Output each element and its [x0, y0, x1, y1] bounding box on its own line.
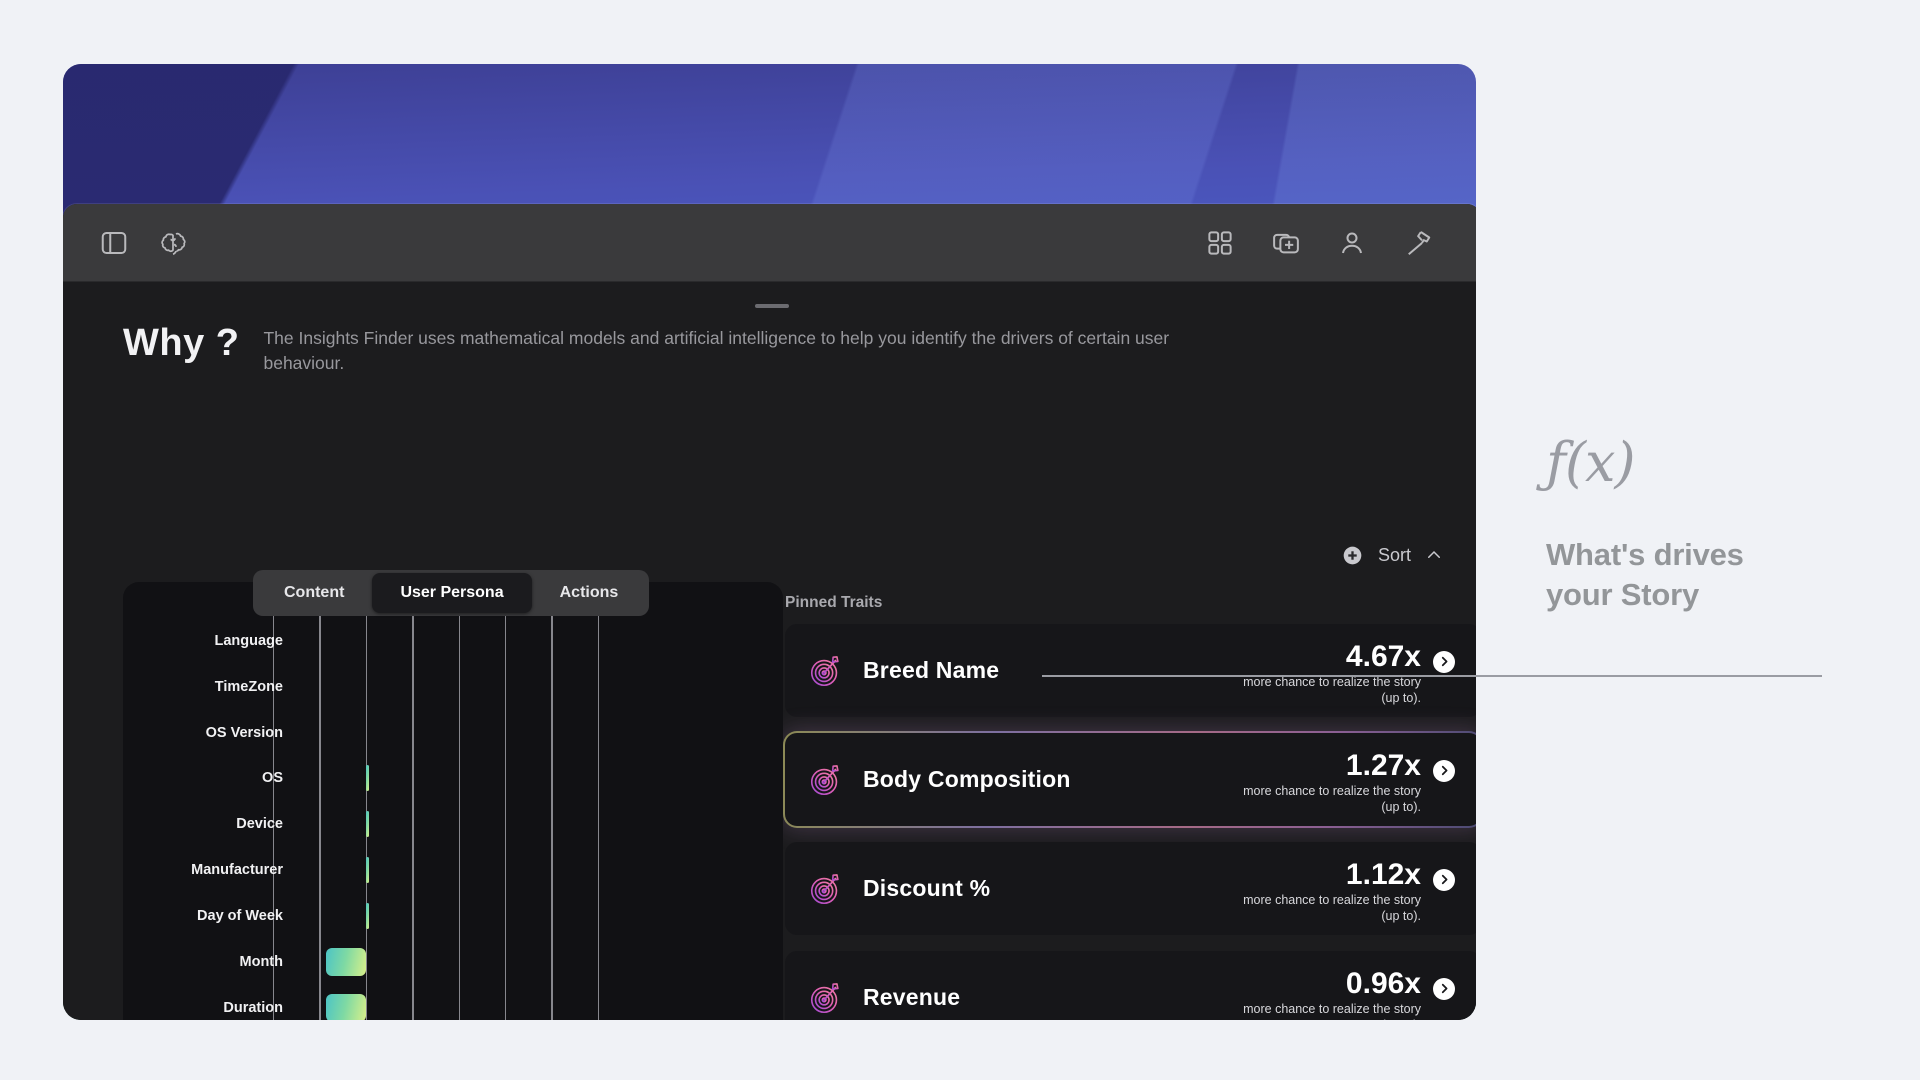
trait-multiplier: 4.67x — [1345, 639, 1421, 673]
sort-label[interactable]: Sort — [1378, 545, 1411, 566]
trait-metric-group: 1.27x more chance to realize the story (up… — [1243, 744, 1455, 816]
trait-name: Breed Name — [863, 657, 1000, 683]
trait-metric-group: 4.67x more chance to realize the story (up… — [1243, 635, 1455, 707]
titlebar-right-tools — [1205, 228, 1476, 258]
annotation: ƒ(x) What's drives your Story — [1546, 436, 1876, 614]
trait-metric-group: 0.96x more chance to realize the story(up… — [1243, 962, 1455, 1020]
function-symbol: ƒ(x) — [1546, 431, 1636, 494]
trait-multiplier: 0.96x — [1345, 966, 1421, 1000]
trait-name: Revenue — [863, 984, 961, 1010]
trait-metrics: 4.67x more chance to realize the story (up… — [1243, 641, 1421, 707]
chart-row: Duration — [123, 985, 783, 1020]
desktop-wallpaper: Why ? The Insights Finder uses mathemati… — [63, 64, 1476, 1020]
target-icon — [807, 979, 845, 1017]
target-icon — [807, 761, 845, 799]
segmented-tabs: Content User Persona Actions — [253, 570, 650, 616]
trait-card-shell: Body Composition 1.27x more chance to real… — [783, 731, 1476, 828]
chart-row-label: Duration — [223, 999, 283, 1016]
chart-bar[interactable] — [365, 902, 369, 929]
trait-multiplier: 1.27x — [1345, 748, 1421, 782]
trait-card-list: Breed Name 4.67x more chance to realize th… — [783, 622, 1476, 1020]
chart-row-label: Month — [239, 953, 283, 970]
trait-card-shell: Breed Name 4.67x more chance to realize th… — [783, 622, 1476, 719]
chart-row: OS — [123, 756, 783, 802]
tab-user-persona[interactable]: User Persona — [372, 573, 532, 613]
trait-metrics: 1.27x more chance to realize the story (up… — [1243, 750, 1421, 816]
chart-bar[interactable] — [325, 947, 366, 976]
chevron-right-icon[interactable] — [1433, 868, 1455, 891]
drivers-bar-chart: Language TimeZone OS Version OS Device Manufa… — [123, 582, 783, 1020]
annotation-line-2: your Story — [1546, 576, 1700, 612]
page-description: The Insights Finder uses mathematical mo… — [263, 328, 1170, 373]
target-icon — [807, 652, 845, 690]
chart-row-label: OS — [262, 770, 283, 787]
trait-metric-group: 1.12x more chance to realize the story (up… — [1243, 853, 1455, 925]
chart-row: TimeZone — [123, 664, 783, 710]
chart-bar[interactable] — [325, 993, 366, 1020]
trait-metrics: 1.12x more chance to realize the story (up… — [1243, 859, 1421, 925]
annotation-text: What's drives your Story — [1546, 535, 1876, 614]
chart-row-label: Device — [236, 816, 283, 833]
add-duplicate-icon[interactable] — [1271, 228, 1301, 258]
trait-subtitle: more chance to realize the story(up to). — [1243, 675, 1421, 705]
chevron-right-icon[interactable] — [1433, 977, 1455, 1000]
chart-row: Device — [123, 801, 783, 847]
trait-subtitle: more chance to realize the story(up to). — [1243, 1002, 1421, 1020]
sort-controls: Sort — [783, 532, 1476, 578]
chart-row-label: Manufacturer — [191, 862, 283, 879]
drag-handle[interactable] — [755, 304, 789, 308]
trait-card[interactable]: Revenue 0.96x more chance to realize the s… — [785, 951, 1476, 1020]
annotation-line-1: What's drives — [1546, 537, 1744, 572]
grid-view-icon[interactable] — [1205, 228, 1235, 258]
add-trait-icon[interactable] — [1341, 544, 1364, 567]
trait-multiplier: 1.12x — [1345, 857, 1421, 891]
hammer-tools-icon[interactable] — [1403, 228, 1433, 258]
user-profile-icon[interactable] — [1337, 228, 1367, 258]
chart-bar[interactable] — [365, 857, 369, 884]
annotation-leader-line — [1042, 675, 1822, 677]
chart-row-label: OS Version — [205, 724, 283, 741]
trait-card[interactable]: Body Composition 1.27x more chance to real… — [785, 733, 1476, 826]
trait-card-shell: Revenue 0.96x more chance to realize the s… — [783, 949, 1476, 1020]
target-icon — [807, 870, 845, 908]
sidebar-toggle-icon[interactable] — [99, 228, 129, 258]
chart-row: Language — [123, 618, 783, 664]
window-body: Why ? The Insights Finder uses mathemati… — [63, 282, 1476, 1020]
chart-row: OS Version — [123, 710, 783, 756]
tab-content[interactable]: Content — [256, 573, 372, 613]
chart-bar[interactable] — [365, 811, 369, 838]
chart-row-label: TimeZone — [214, 678, 283, 695]
trait-name: Discount % — [863, 875, 991, 901]
chart-row: Day of Week — [123, 893, 783, 939]
trait-subtitle: more chance to realize the story(up to). — [1243, 893, 1421, 923]
chart-row: Manufacturer — [123, 847, 783, 893]
trait-card[interactable]: Breed Name 4.67x more chance to realize th… — [785, 624, 1476, 717]
app-window: Why ? The Insights Finder uses mathemati… — [63, 204, 1476, 1020]
chevron-right-icon[interactable] — [1433, 759, 1455, 782]
trait-metrics: 0.96x more chance to realize the story(up… — [1243, 968, 1421, 1020]
pinned-traits-heading: Pinned Traits — [785, 594, 883, 611]
chevron-up-icon[interactable] — [1425, 546, 1443, 564]
chart-row-label: Language — [214, 632, 283, 649]
brain-icon[interactable] — [159, 228, 189, 258]
titlebar-left-tools — [63, 228, 189, 258]
trait-subtitle: more chance to realize the story(up to). — [1243, 784, 1421, 814]
why-header: Why ? The Insights Finder uses mathemati… — [63, 282, 1476, 376]
chart-row: Month — [123, 939, 783, 985]
pinned-traits-panel: Sort Pinned Traits Breed Name 4.67x more… — [783, 532, 1476, 1020]
window-titlebar — [63, 204, 1476, 282]
screenshot-root: Why ? The Insights Finder uses mathemati… — [0, 0, 1920, 1080]
chart-bar[interactable] — [365, 765, 369, 792]
chevron-right-icon[interactable] — [1433, 650, 1455, 673]
page-title: Why ? — [123, 322, 240, 364]
trait-card-shell: Discount % 1.12x more chance to realize th… — [783, 840, 1476, 937]
chart-plot-area: Language TimeZone OS Version OS Device Manufa… — [123, 582, 783, 1020]
tab-actions[interactable]: Actions — [532, 573, 647, 613]
trait-name: Body Composition — [863, 766, 1071, 792]
chart-row-label: Day of Week — [197, 907, 283, 924]
trait-card[interactable]: Discount % 1.12x more chance to realize th… — [785, 842, 1476, 935]
